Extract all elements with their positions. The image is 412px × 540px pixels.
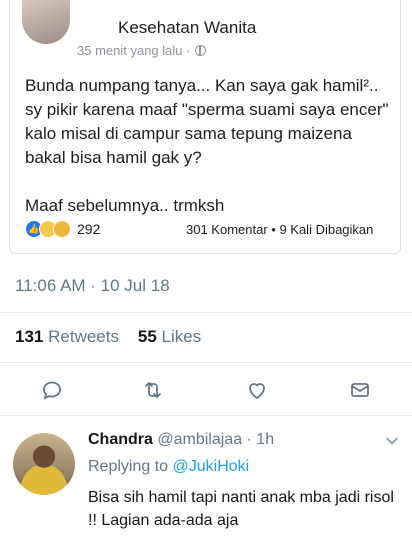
reply-text: Bisa sih hamil tapi nanti anak mba jadi …: [88, 489, 394, 529]
reply-author-handle: @ambilajaa · 1h: [157, 431, 275, 448]
reply-author-name[interactable]: Chandra: [88, 431, 153, 448]
avatar[interactable]: [13, 433, 75, 495]
post-time-text: 35 menit yang lalu ·: [77, 43, 191, 58]
tweet-actions: [0, 370, 412, 410]
reactions: 👍 292: [25, 220, 100, 238]
page-name: Kesehatan Wanita: [118, 18, 257, 37]
post-body: Bunda numpang tanya... Kan saya gak hami…: [25, 74, 395, 218]
divider: [0, 362, 412, 363]
wow-reaction-icon: [53, 220, 71, 238]
likes-count[interactable]: 55: [138, 327, 157, 346]
retweet-icon[interactable]: [141, 378, 165, 402]
like-icon[interactable]: [245, 378, 269, 402]
divider: [0, 415, 412, 416]
replying-to: Replying to @JukiHoki: [88, 458, 249, 476]
globe-icon: [195, 45, 207, 56]
replying-mention[interactable]: @JukiHoki: [173, 458, 250, 475]
reply-author: Chandra @ambilajaa · 1h: [88, 431, 274, 449]
chevron-down-icon[interactable]: [385, 434, 399, 448]
tweet-timestamp[interactable]: 11:06 AM · 10 Jul 18: [15, 276, 170, 296]
reply-icon[interactable]: [40, 378, 64, 402]
replying-prefix: Replying to: [88, 458, 169, 475]
reaction-count: 292: [77, 221, 101, 237]
post-stats: 301 Komentar • 9 Kali Dibagikan: [186, 222, 374, 237]
retweets-label[interactable]: Retweets: [48, 327, 119, 346]
retweets-count[interactable]: 131: [15, 327, 43, 346]
post-text: Bunda numpang tanya... Kan saya gak hami…: [25, 76, 389, 167]
post-text: Maaf sebelumnya.. trmksh: [25, 196, 225, 215]
likes-label[interactable]: Likes: [162, 327, 202, 346]
divider: [0, 312, 412, 313]
tweet-engagement: 131 Retweets 55 Likes: [15, 327, 201, 347]
post-time: 35 menit yang lalu ·: [77, 43, 207, 58]
share-icon[interactable]: [348, 378, 372, 402]
